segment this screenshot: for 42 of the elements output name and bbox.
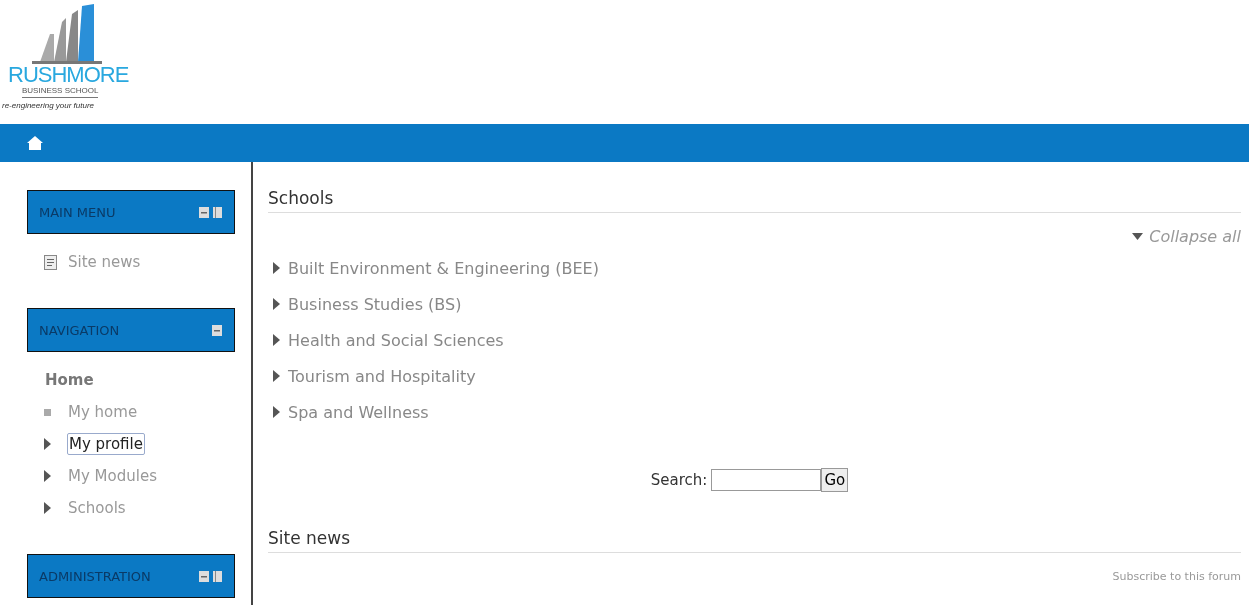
block-title: ADMINISTRATION (39, 568, 152, 584)
hide-block-icon[interactable] (199, 570, 209, 582)
logo-name: RUSHMORE (8, 64, 129, 86)
expand-arrow-icon[interactable] (273, 406, 280, 418)
logo-subtitle: BUSINESS SCHOOL (22, 86, 99, 98)
expand-arrow-icon[interactable] (44, 502, 51, 514)
dock-block-icon[interactable] (213, 206, 222, 218)
category-link[interactable]: Built Environment & Engineering (BEE) (288, 258, 599, 278)
subscribe-link[interactable]: Subscribe to this forum (1112, 570, 1241, 583)
expand-arrow-icon[interactable] (273, 262, 280, 274)
dock-block-icon[interactable] (213, 570, 222, 582)
navigation-link[interactable]: Home (44, 370, 95, 390)
navigation-link[interactable]: Site news (67, 252, 142, 272)
collapse-all-link[interactable]: Collapse all (1149, 227, 1241, 246)
search-label: Search: (650, 471, 708, 489)
home-icon[interactable] (27, 136, 43, 150)
expand-arrow-icon[interactable] (44, 470, 51, 482)
search-field[interactable] (711, 469, 822, 491)
category-link[interactable]: Tourism and Hospitality (288, 366, 476, 386)
document-icon (44, 254, 57, 270)
section-heading: Site news (268, 528, 351, 548)
navigation-link[interactable]: My Modules (67, 466, 158, 486)
expand-arrow-icon[interactable] (273, 334, 280, 346)
category-link[interactable]: Spa and Wellness (288, 402, 429, 422)
block-title: MAIN MENU (39, 204, 117, 220)
expand-arrow-icon[interactable] (273, 370, 280, 382)
hide-block-icon[interactable] (199, 206, 209, 218)
hide-block-icon[interactable] (212, 324, 222, 336)
block-title: NAVIGATION (39, 322, 121, 338)
expand-arrow-icon[interactable] (273, 298, 280, 310)
navigation-link[interactable]: Schools (67, 498, 127, 518)
collapse-arrow-icon[interactable] (1132, 233, 1144, 240)
buildings-logo-icon (32, 4, 102, 64)
bullet-icon (44, 408, 51, 416)
expand-arrow-icon[interactable] (44, 438, 51, 450)
category-link[interactable]: Health and Social Sciences (288, 330, 504, 350)
navigation-link[interactable]: My profile (67, 433, 145, 455)
navigation-link[interactable]: My home (67, 402, 139, 422)
go-button[interactable]: Go (821, 468, 849, 492)
category-link[interactable]: Business Studies (BS) (288, 294, 462, 314)
section-heading: Schools (268, 188, 334, 208)
logo-tagline: re-engineering your future (2, 101, 95, 110)
